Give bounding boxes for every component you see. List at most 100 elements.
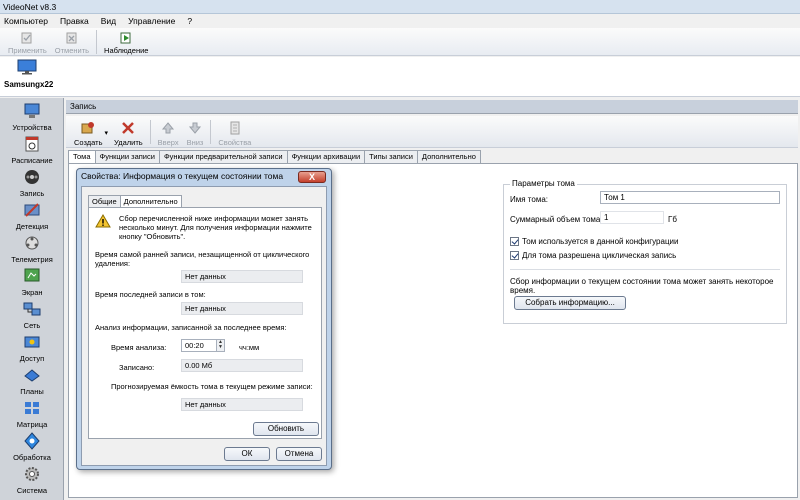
volume-info-dialog: Свойства: Информация о текущем состоянии… [76,168,332,470]
volume-cyclic-checkbox[interactable]: Для тома разрешена циклическая запись [510,251,676,260]
sidebar-item-devices[interactable]: Устройства [0,100,64,136]
tab-archive-functions[interactable]: Функции архивации [286,150,366,163]
move-up-button[interactable]: Вверх [154,117,183,147]
system-icon [25,467,39,481]
volume-name-label: Имя тома: [510,195,548,204]
monitor-icon [17,59,37,75]
sidebar-item-system[interactable]: Система [0,463,64,499]
menu-help[interactable]: ? [187,16,192,26]
sidebar-item-schedule[interactable]: Расписание [0,133,64,169]
create-dropdown-icon[interactable]: ▾ [105,129,109,137]
analysis-label: Анализ информации, записанной за последн… [95,323,287,332]
cancel-button[interactable]: Отменить [51,29,93,55]
checkbox-check-icon [510,237,519,246]
detection-icon [24,203,40,217]
screen-icon [24,268,40,282]
sidebar-item-telemetry[interactable]: Телеметрия [0,232,64,268]
toolbar-divider [210,119,212,144]
dialog-close-button[interactable]: X [298,171,326,183]
analysis-time-unit: чч:мм [239,343,260,352]
volume-name-input[interactable]: Том 1 [600,191,780,204]
toolbar-divider [96,29,98,54]
dialog-tabs: Общие Дополнительно [88,195,182,207]
volume-params-title: Параметры тома [510,179,577,188]
analysis-time-input[interactable]: 00:20 ▲ ▼ [181,339,225,352]
tab-record-functions[interactable]: Функции записи [94,150,160,163]
move-down-button[interactable]: Вниз [183,117,208,147]
ok-button[interactable]: ОК [224,447,270,461]
create-icon [81,122,95,134]
sidebar-item-network[interactable]: Сеть [0,298,64,334]
cancel-dialog-button[interactable]: Отмена [276,447,322,461]
sidebar-item-processing[interactable]: Обработка [0,430,64,466]
checkbox-check-icon [510,251,519,260]
menu-bar: Компьютер Правка Вид Управление ? [0,14,800,28]
properties-icon [230,121,240,135]
notice-text-line2: несколько минут. Для получения информаци… [119,223,312,232]
forecast-value: Нет данных [181,398,303,411]
collect-info-text: Сбор информации о текущем состоянии тома… [510,277,774,295]
device-bar: Samsungx22 [0,57,800,97]
sidebar: Устройства Расписание Запись Детекция Те… [0,98,64,500]
collect-info-button[interactable]: Собрать информацию... [514,296,626,310]
dialog-title: Свойства: Информация о текущем состоянии… [81,171,284,181]
toolbar-divider [149,119,151,144]
earliest-record-label-cont: удаления: [95,259,131,268]
volume-size-unit: Гб [668,215,677,224]
schedule-icon [25,136,39,152]
panel-title: Запись [66,100,798,114]
refresh-button[interactable]: Обновить [253,422,319,436]
device-name: Samsungx22 [4,80,54,89]
tab-prerecord-functions[interactable]: Функции предварительной записи [158,150,288,163]
tab-volumes[interactable]: Тома [68,150,96,164]
volume-params-group: Параметры тома Имя тома: Том 1 Суммарный… [503,179,787,324]
record-toolbar: Создать ▾ Удалить Вверх Вниз Свойства [66,116,798,148]
volume-size-label: Суммарный объем тома: [510,215,603,224]
menu-manage[interactable]: Управление [128,16,175,26]
watch-button[interactable]: Наблюдение [100,29,152,55]
sidebar-item-matrix[interactable]: Матрица [0,397,64,433]
analysis-time-label: Время анализа: [111,343,167,352]
warning-icon [95,214,111,228]
volume-used-checkbox[interactable]: Том используется в данной конфигурации [510,237,678,246]
earliest-record-value: Нет данных [181,270,303,283]
sidebar-item-screen[interactable]: Экран [0,265,64,301]
dialog-tab-additional[interactable]: Дополнительно [119,195,182,207]
last-record-label: Время последней записи в том: [95,290,206,299]
dialog-panel: Сбор перечисленной ниже информации может… [88,207,322,439]
spin-arrows-icon[interactable]: ▲ ▼ [216,340,224,351]
divider [510,269,780,270]
access-icon [24,336,40,348]
undo-icon [66,32,77,44]
dialog-body: Общие Дополнительно Сбор перечисленной н… [81,186,327,466]
tab-additional[interactable]: Дополнительно [416,150,481,163]
telemetry-icon [25,236,39,250]
recorded-value: 0.00 Мб [181,359,303,372]
menu-view[interactable]: Вид [101,16,116,26]
down-arrow-icon [188,122,202,134]
tab-record-types[interactable]: Типы записи [364,150,418,163]
menu-computer[interactable]: Компьютер [4,16,48,26]
create-button[interactable]: Создать [70,117,107,147]
record-icon [25,170,39,184]
sidebar-item-plans[interactable]: Планы [0,364,64,400]
apply-button[interactable]: Применить [4,29,51,55]
earliest-record-label: Время самой ранней записи, незащищенной … [95,250,310,259]
device-item[interactable]: Samsungx22 [4,59,54,89]
apply-icon [21,32,32,44]
delete-icon [122,122,135,134]
delete-button[interactable]: Удалить [110,117,147,147]
properties-button[interactable]: Свойства [214,117,255,147]
sidebar-item-detection[interactable]: Детекция [0,199,64,235]
matrix-icon [25,402,39,414]
menu-edit[interactable]: Правка [60,16,89,26]
notice-text-line3: кнопку "Обновить". [119,232,186,241]
watch-icon [120,32,131,44]
sidebar-item-record[interactable]: Запись [0,166,64,202]
main-toolbar: Применить Отменить Наблюдение [0,28,800,56]
plans-icon [24,369,40,382]
sidebar-item-access[interactable]: Доступ [0,331,64,367]
volume-size-input[interactable]: 1 [600,211,664,224]
dialog-tab-general[interactable]: Общие [88,195,121,207]
window-title: VideoNet v8.3 [0,0,800,14]
